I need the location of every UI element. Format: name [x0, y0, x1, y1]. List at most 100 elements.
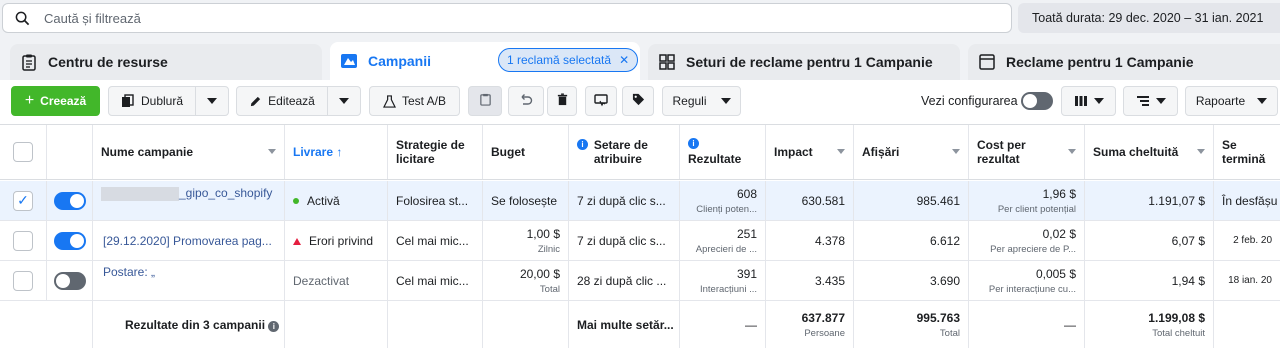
selection-pill[interactable]: 1 reclamă selectată ✕	[498, 48, 639, 72]
header-bid-strategy[interactable]: Strategie de licitare	[388, 125, 483, 179]
spent-cell: 1,94 $	[1085, 261, 1214, 300]
header-results[interactable]: i Rezultate	[680, 125, 766, 179]
ab-test-button[interactable]: Test A/B	[369, 86, 460, 116]
undo-button[interactable]	[508, 86, 544, 116]
totals-spent: 1.199,08 $	[1148, 311, 1205, 325]
header-label: Rezultate	[688, 152, 742, 166]
campaign-name-link[interactable]: [29.12.2020] Promovarea pag...	[103, 234, 276, 248]
table-row[interactable]: Postare: „ Dezactivat Cel mai mic... 20,…	[0, 261, 1280, 301]
cost-cell: 1,96 $ Per client potențial	[969, 181, 1085, 220]
reports-label: Rapoarte	[1195, 94, 1246, 108]
tag-button[interactable]	[622, 86, 654, 116]
header-label: Afișări	[862, 145, 900, 159]
plus-icon: +	[24, 92, 35, 109]
header-delivery[interactable]: Livrare ↑	[285, 125, 388, 179]
header-budget[interactable]: Buget	[483, 125, 569, 179]
bid-strategy-cell: Cel mai mic...	[388, 221, 483, 260]
chevron-down-icon[interactable]	[268, 149, 276, 154]
edit-dropdown[interactable]	[327, 86, 361, 116]
trash-icon	[556, 93, 569, 109]
search-box[interactable]	[2, 3, 1012, 33]
header-label: Livrare ↑	[293, 145, 343, 159]
date-range-picker[interactable]: Toată durata: 29 dec. 2020 – 31 ian. 202…	[1018, 3, 1280, 33]
impressions-value: 3.690	[929, 273, 960, 288]
tab-campaigns[interactable]: Campanii 1 reclamă selectată ✕	[330, 42, 640, 80]
tab-bar: Centru de resurse Campanii 1 reclamă sel…	[0, 42, 1280, 80]
table-row[interactable]: ✓ _gipo_co_shopify Activă Folosirea st..…	[0, 181, 1280, 221]
info-icon[interactable]: i	[688, 138, 699, 149]
grid-icon	[658, 53, 676, 71]
header-label: Suma cheltuită	[1093, 145, 1179, 159]
bid-strategy-cell: Cel mai mic...	[388, 261, 483, 300]
header-ends[interactable]: Se termină	[1214, 125, 1280, 179]
edit-label: Editează	[268, 94, 315, 108]
budget-cell: 20,00 $ Total	[483, 261, 569, 300]
duplicate-button[interactable]: Dublură	[108, 86, 196, 116]
totals-bid-cell	[388, 301, 483, 348]
tab-ads[interactable]: Reclame pentru 1 Campanie	[968, 44, 1280, 80]
redacted-name	[101, 186, 179, 201]
clipboard-icon	[479, 93, 492, 109]
reports-button[interactable]: Rapoarte	[1185, 86, 1278, 116]
delivery-cell: Erori privind	[285, 221, 388, 260]
header-reach[interactable]: Impact	[766, 125, 854, 179]
header-amount-spent[interactable]: Suma cheltuită	[1085, 125, 1214, 179]
view-config-toggle[interactable]	[1021, 92, 1053, 110]
header-name[interactable]: Nume campanie	[93, 125, 285, 179]
select-all-checkbox[interactable]	[13, 142, 33, 162]
impressions-value: 985.461	[916, 193, 960, 208]
info-icon[interactable]: i	[268, 321, 280, 332]
header-attribution[interactable]: i Setare de atribuire	[569, 125, 680, 179]
breakdown-button[interactable]	[1123, 86, 1178, 116]
campaign-toggle[interactable]	[54, 232, 86, 250]
campaign-name-link[interactable]: _gipo_co_shopify	[179, 186, 272, 200]
tab-resource-center[interactable]: Centru de resurse	[10, 44, 322, 80]
row-checkbox[interactable]: ✓	[13, 190, 33, 211]
totals-attribution: Mai multe setăr...	[577, 318, 674, 332]
paste-button[interactable]	[468, 86, 502, 116]
campaign-toggle[interactable]	[54, 272, 86, 290]
header-impressions[interactable]: Afișări	[854, 125, 969, 179]
table-row[interactable]: [29.12.2020] Promovarea pag... Erori pri…	[0, 221, 1280, 261]
cost-value: 0,02 $	[1042, 226, 1076, 241]
search-input[interactable]	[44, 10, 944, 26]
chevron-down-icon[interactable]	[952, 149, 960, 154]
preview-button[interactable]	[585, 86, 617, 116]
cost-value: 1,96 $	[1042, 186, 1076, 201]
info-icon[interactable]: i	[577, 139, 588, 150]
header-label: Se termină	[1222, 138, 1266, 166]
top-bar: Toată durata: 29 dec. 2020 – 31 ian. 202…	[0, 0, 1280, 38]
campaign-name-link[interactable]: Postare: „	[103, 265, 276, 279]
duplicate-dropdown[interactable]	[195, 86, 229, 116]
row-toggle-cell	[47, 221, 93, 260]
rules-button[interactable]: Reguli	[662, 86, 741, 116]
budget-type: Total	[539, 283, 560, 295]
bid-strategy-value: Cel mai mic...	[396, 233, 469, 248]
totals-reach-type: Persoane	[804, 328, 845, 339]
duplicate-icon	[121, 94, 135, 108]
columns-button[interactable]	[1061, 86, 1116, 116]
close-icon[interactable]: ✕	[619, 53, 629, 67]
row-checkbox[interactable]	[13, 230, 33, 251]
chevron-down-icon[interactable]	[1068, 149, 1076, 154]
budget-type: Zilnic	[537, 243, 560, 255]
create-button[interactable]: + Creează	[11, 86, 100, 116]
campaign-toggle[interactable]	[54, 192, 86, 210]
totals-attribution-cell: Mai multe setăr...	[569, 301, 680, 348]
edit-button[interactable]: Editează	[236, 86, 328, 116]
chevron-down-icon[interactable]	[837, 149, 845, 154]
results-type: Interacțiuni ...	[699, 283, 757, 295]
chevron-down-icon[interactable]	[1197, 149, 1205, 154]
breakdown-icon	[1136, 94, 1150, 108]
row-checkbox[interactable]	[13, 270, 33, 291]
results-cell: 608 Clienți poten...	[680, 181, 766, 220]
campaign-name-cell: [29.12.2020] Promovarea pag...	[93, 221, 285, 260]
tab-ad-sets[interactable]: Seturi de reclame pentru 1 Campanie	[648, 44, 960, 80]
delete-button[interactable]	[547, 86, 577, 116]
spent-value: 1.191,07 $	[1148, 193, 1205, 208]
header-cost-per-result[interactable]: Cost per rezultat	[969, 125, 1085, 179]
spent-value: 1,94 $	[1171, 273, 1205, 288]
search-icon	[15, 11, 30, 25]
results-value: 391	[736, 266, 757, 281]
spent-cell: 1.191,07 $	[1085, 181, 1214, 220]
